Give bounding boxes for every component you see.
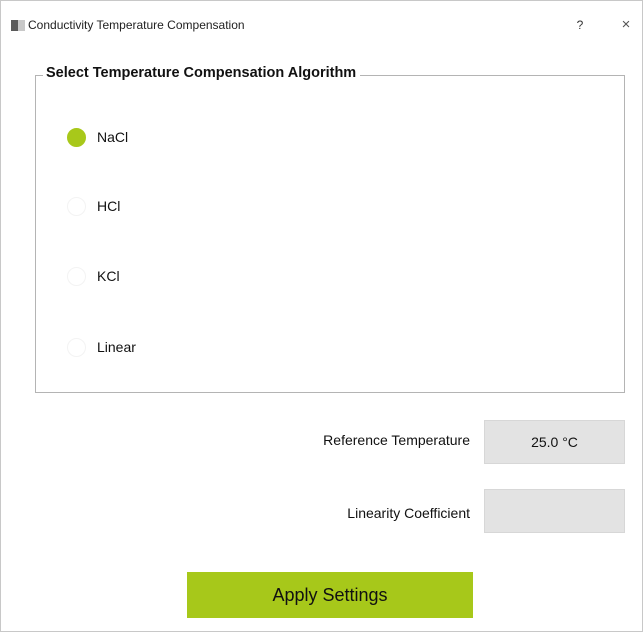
linearity-coefficient-label: Linearity Coefficient	[347, 505, 470, 521]
apply-settings-button[interactable]: Apply Settings	[187, 572, 473, 618]
radio-nacl[interactable]: NaCl	[67, 125, 267, 151]
app-icon	[11, 20, 25, 31]
radio-label-nacl[interactable]: NaCl	[97, 129, 128, 145]
radio-label-hcl[interactable]: HCl	[97, 198, 120, 214]
reference-temperature-label: Reference Temperature	[323, 432, 470, 448]
radio-hcl[interactable]: HCl	[67, 194, 267, 220]
help-button[interactable]: ?	[569, 15, 591, 35]
radio-kcl[interactable]: KCl	[67, 264, 267, 290]
radio-label-linear[interactable]: Linear	[97, 339, 136, 355]
window-title: Conductivity Temperature Compensation	[28, 18, 245, 32]
title-bar[interactable]: Conductivity Temperature Compensation ? …	[1, 1, 642, 45]
radio-indicator-icon[interactable]	[67, 128, 86, 147]
dialog-window: Conductivity Temperature Compensation ? …	[0, 0, 643, 632]
close-button[interactable]: ×	[615, 15, 637, 35]
linearity-coefficient-field[interactable]	[484, 489, 625, 533]
reference-temperature-field[interactable]: 25.0 °C	[484, 420, 625, 464]
radio-indicator-icon[interactable]	[67, 197, 86, 216]
radio-indicator-icon[interactable]	[67, 338, 86, 357]
radio-linear[interactable]: Linear	[67, 335, 267, 361]
radio-label-kcl[interactable]: KCl	[97, 268, 120, 284]
algorithm-group-title: Select Temperature Compensation Algorith…	[43, 65, 361, 81]
radio-indicator-icon[interactable]	[67, 267, 86, 286]
